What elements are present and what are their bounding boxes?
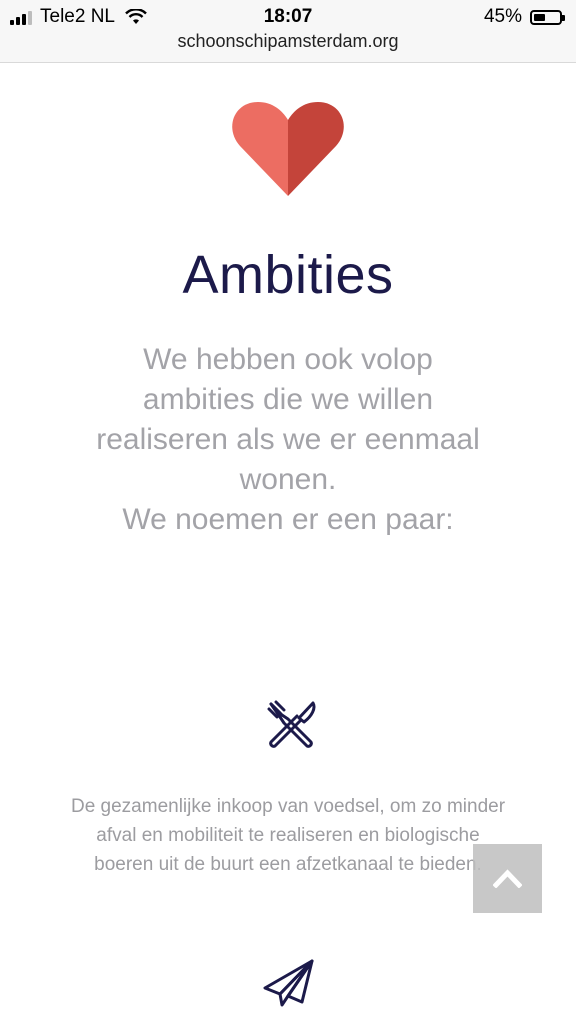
intro-line: wonen. [239,463,337,496]
intro-line: We hebben ook volop [143,343,433,376]
status-bar: Tele2 NL 18:07 45% schoonschipamsterdam.… [0,0,576,63]
intro-line: We noemen er een paar: [122,503,454,536]
description-line: afval en mobiliteit te realiseren en bio… [96,825,480,846]
scroll-to-top-button[interactable] [473,844,542,913]
cutlery-icon [267,700,316,748]
paper-plane-icon [263,959,314,1007]
battery-icon [530,10,565,25]
description-line: De gezamenlijke inkoop van voedsel, om z… [70,796,506,817]
item-description: De gezamenlijke inkoop van voedsel, om z… [40,792,536,879]
battery-percent: 45% [483,6,522,27]
intro-text: We hebben ook volop ambities die we will… [60,340,516,540]
section-title: Ambities [182,245,394,305]
description-line: boeren uit de buurt een afzetkanaal te b… [94,854,482,875]
chevron-up-icon [493,869,522,888]
heart-icon [232,102,344,196]
intro-line: realiseren als we er eenmaal [96,423,480,456]
address-bar-url[interactable]: schoonschipamsterdam.org [0,31,576,52]
intro-line: ambities die we willen [142,383,434,416]
